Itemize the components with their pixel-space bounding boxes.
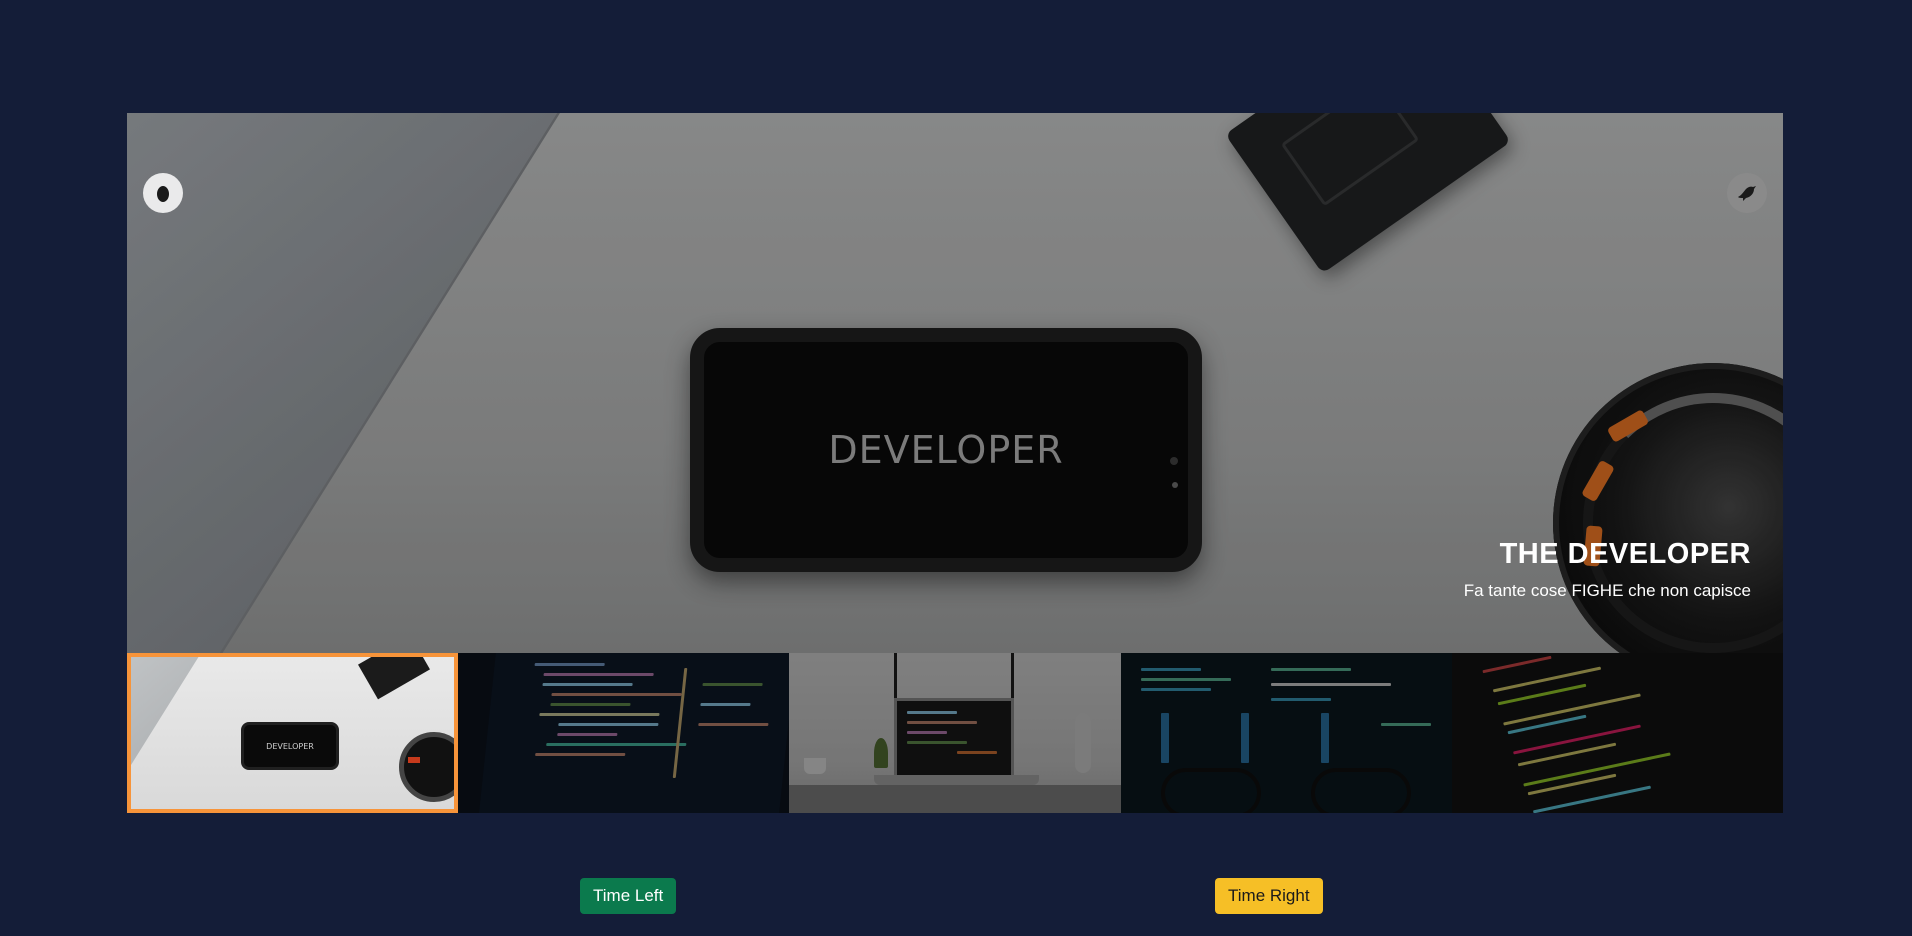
caption-subtitle: Fa tante cose FIGHE che non capisce: [1463, 581, 1751, 600]
bird-icon: [1738, 186, 1756, 201]
thumbnail-strip: DEVELOPER: [127, 173, 1783, 813]
thumbnail-4[interactable]: [1120, 653, 1452, 813]
previous-button[interactable]: [143, 173, 183, 213]
thumbnail-phone-text: DEVELOPER: [241, 722, 339, 770]
thumbnail-3[interactable]: [789, 653, 1121, 813]
hero-image: DEVELOPER THE DEVELOPER Fa tante cose FI…: [127, 113, 1783, 653]
caption-title: THE DEVELOPER: [1499, 538, 1751, 570]
page: DEVELOPER THE DEVELOPER Fa tante cose FI…: [0, 0, 1912, 936]
thumbnail-2[interactable]: [458, 653, 790, 813]
next-button[interactable]: [1727, 173, 1767, 213]
thumbnail-1[interactable]: DEVELOPER: [127, 653, 459, 813]
time-left-button[interactable]: Time Left: [580, 878, 677, 914]
image-carousel: DEVELOPER THE DEVELOPER Fa tante cose FI…: [127, 113, 1783, 813]
time-right-button[interactable]: Time Right: [1215, 878, 1323, 914]
thumbnail-5[interactable]: [1451, 653, 1783, 813]
egg-icon: [157, 186, 169, 202]
hero-caption: THE DEVELOPER Fa tante cose FIGHE che no…: [1464, 538, 1751, 601]
